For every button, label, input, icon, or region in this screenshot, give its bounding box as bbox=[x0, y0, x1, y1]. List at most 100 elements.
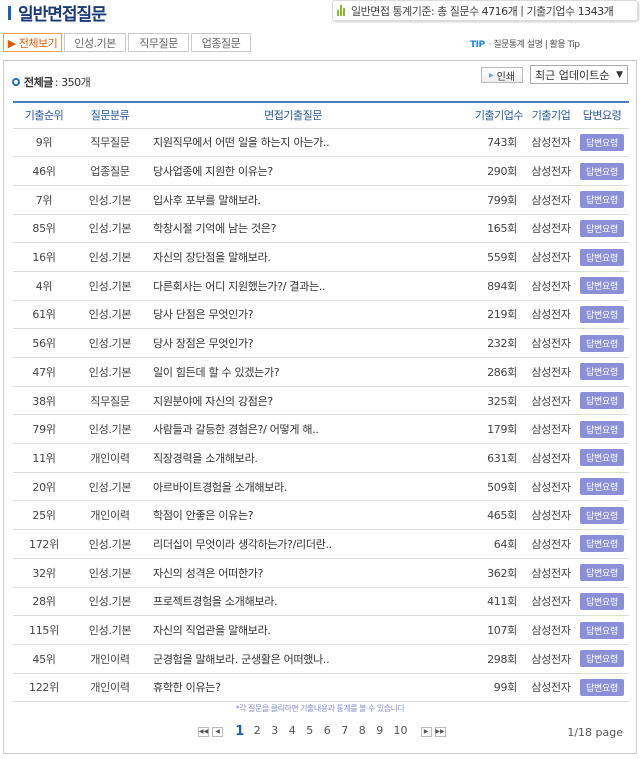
cell-company: 삼성전자 bbox=[527, 673, 575, 703]
cell-question[interactable]: 아르바이트경험을 소개해보라. bbox=[145, 472, 441, 502]
cell-category: 인성.기본 bbox=[75, 414, 145, 445]
page-link[interactable]: 1 bbox=[231, 724, 249, 739]
table-row[interactable]: 56위 인성.기본 당사 장점은 무엇인가? 232회 삼성전자 답변요령 bbox=[13, 328, 629, 358]
tab-job[interactable]: 직무질문 bbox=[128, 33, 189, 52]
answer-tips-button[interactable]: 답변요령 bbox=[580, 162, 624, 180]
cell-category: 인성.기본 bbox=[75, 529, 145, 559]
total-count: 전체글: 350개 bbox=[12, 74, 91, 90]
tab-all[interactable]: ▶ 전체보기 bbox=[3, 33, 62, 52]
cell-question[interactable]: 당사 단점은 무엇인가? bbox=[145, 300, 441, 330]
print-button[interactable]: ▶ 인쇄 bbox=[481, 67, 523, 83]
next-page-icon[interactable]: ▶ bbox=[420, 726, 432, 737]
table-row[interactable]: 122위 개인이력 휴학한 이유는? 99회 삼성전자 답변요령 bbox=[13, 673, 629, 703]
cell-question[interactable]: 프로젝트경험을 소개해보라. bbox=[145, 587, 441, 617]
cell-question[interactable]: 당사 장점은 무엇인가? bbox=[145, 328, 441, 358]
table-row[interactable]: 4위 인성.기본 다른회사는 어디 지원했는가?/ 결과는.. 894회 삼성전자 답변요… bbox=[13, 271, 629, 301]
cell-question[interactable]: 당사업종에 지원한 이유는? bbox=[145, 156, 441, 186]
page-link[interactable]: 3 bbox=[266, 724, 284, 739]
table-row[interactable]: 61위 인성.기본 당사 단점은 무엇인가? 219회 삼성전자 답변요령 bbox=[13, 300, 629, 330]
answer-tips-button[interactable]: 답변요령 bbox=[580, 478, 624, 496]
cell-category: 인성.기본 bbox=[75, 242, 145, 272]
table-row[interactable]: 79위 인성.기본 사람들과 갈등한 경험은?/ 어떻게 해.. 179회 삼성전자 답변… bbox=[13, 414, 629, 445]
cell-question[interactable]: 다른회사는 어디 지원했는가?/ 결과는.. bbox=[145, 271, 441, 301]
cell-count: 743회 bbox=[441, 128, 527, 158]
cell-count: 232회 bbox=[441, 328, 527, 358]
cell-count: 631회 bbox=[441, 443, 527, 473]
page-link[interactable]: 2 bbox=[249, 724, 267, 739]
answer-tips-button[interactable]: 답변요령 bbox=[580, 133, 624, 151]
answer-tips-button[interactable]: 답변요령 bbox=[580, 678, 624, 696]
cell-question[interactable]: 지원직무에서 어떤 일을 하는지 아는가.. bbox=[145, 128, 441, 158]
cell-question[interactable]: 리더십이 무엇이라 생각하는가?/리더란.. bbox=[145, 529, 441, 559]
page-link[interactable]: 7 bbox=[336, 724, 354, 739]
last-page-icon[interactable]: ▶▶ bbox=[434, 726, 446, 737]
table-row[interactable]: 47위 인성.기본 일이 힘든데 할 수 있겠는가? 286회 삼성전자 답변요령 bbox=[13, 357, 629, 387]
cell-count: 290회 bbox=[441, 156, 527, 186]
cell-rank: 122위 bbox=[13, 673, 75, 703]
answer-tips-button[interactable]: 답변요령 bbox=[580, 420, 624, 438]
tab-industry[interactable]: 업종질문 bbox=[191, 33, 251, 52]
page-link[interactable]: 6 bbox=[319, 724, 337, 739]
bar-chart-icon bbox=[337, 5, 345, 16]
cell-question[interactable]: 자신의 성격은 어떠한가? bbox=[145, 558, 441, 588]
cell-question[interactable]: 사람들과 갈등한 경험은?/ 어떻게 해.. bbox=[145, 414, 441, 445]
answer-tips-button[interactable]: 답변요령 bbox=[580, 363, 624, 381]
answer-tips-button[interactable]: 답변요령 bbox=[580, 535, 624, 553]
total-value: : 350개 bbox=[54, 76, 91, 89]
answer-tips-button[interactable]: 답변요령 bbox=[580, 592, 624, 610]
table-row[interactable]: 32위 인성.기본 자신의 성격은 어떠한가? 362회 삼성전자 답변요령 bbox=[13, 558, 629, 588]
cell-question[interactable]: 지원분야에 자신의 강점은? bbox=[145, 386, 441, 416]
answer-tips-button[interactable]: 답변요령 bbox=[580, 219, 624, 237]
answer-tips-button[interactable]: 답변요령 bbox=[580, 191, 624, 209]
cell-question[interactable]: 학점이 안좋은 이유는? bbox=[145, 500, 441, 531]
cell-question[interactable]: 군경험을 말해보라. 군생활은 어떠했나.. bbox=[145, 644, 441, 674]
cell-category: 인성.기본 bbox=[75, 472, 145, 502]
page-link[interactable]: 8 bbox=[354, 724, 372, 739]
cell-count: 179회 bbox=[441, 414, 527, 445]
answer-tips-button[interactable]: 답변요령 bbox=[580, 277, 624, 295]
tab-personality[interactable]: 인성.기본 bbox=[64, 33, 126, 52]
table-row[interactable]: 16위 인성.기본 자신의 장단점을 말해보라. 559회 삼성전자 답변요령 bbox=[13, 242, 629, 272]
sort-select[interactable]: 최근 업데이트순 ▼ bbox=[530, 65, 628, 84]
cell-question[interactable]: 휴학한 이유는? bbox=[145, 673, 441, 703]
answer-tips-button[interactable]: 답변요령 bbox=[580, 392, 624, 410]
table-row[interactable]: 20위 인성.기본 아르바이트경험을 소개해보라. 509회 삼성전자 답변요령 bbox=[13, 472, 629, 502]
table-row[interactable]: 45위 개인이력 군경험을 말해보라. 군생활은 어떠했나.. 298회 삼성전자 답변요… bbox=[13, 644, 629, 674]
table-row[interactable]: 11위 개인이력 직장경력을 소개해보라. 631회 삼성전자 답변요령 bbox=[13, 443, 629, 473]
tip-link[interactable]: TIP · 질문통계 설명 | 활용 Tip bbox=[470, 37, 580, 50]
answer-tips-button[interactable]: 답변요령 bbox=[580, 621, 624, 639]
table-row[interactable]: 7위 인성.기본 입사후 포부를 말해보라. 799회 삼성전자 답변요령 bbox=[13, 185, 629, 215]
page-link[interactable]: 10 bbox=[389, 724, 413, 739]
table-row[interactable]: 28위 인성.기본 프로젝트경험을 소개해보라. 411회 삼성전자 답변요령 bbox=[13, 587, 629, 617]
prev-page-icon[interactable]: ◀ bbox=[212, 726, 223, 737]
answer-tips-button[interactable]: 답변요령 bbox=[580, 564, 624, 582]
page-link[interactable]: 5 bbox=[301, 724, 319, 739]
table-row[interactable]: 85위 인성.기본 학창시절 기억에 남는 것은? 165회 삼성전자 답변요령 bbox=[13, 214, 629, 244]
answer-tips-button[interactable]: 답변요령 bbox=[580, 248, 624, 266]
table-row[interactable]: 38위 직무질문 지원분야에 자신의 강점은? 325회 삼성전자 답변요령 bbox=[13, 386, 629, 416]
cell-category: 인성.기본 bbox=[75, 587, 145, 617]
answer-tips-button[interactable]: 답변요령 bbox=[580, 506, 624, 524]
page-link[interactable]: 4 bbox=[284, 724, 302, 739]
table-row[interactable]: 115위 인성.기본 자신의 직업관을 말해보라. 107회 삼성전자 답변요령 bbox=[13, 615, 629, 645]
answer-tips-button[interactable]: 답변요령 bbox=[580, 334, 624, 352]
cell-question[interactable]: 입사후 포부를 말해보라. bbox=[145, 185, 441, 215]
answer-tips-button[interactable]: 답변요령 bbox=[580, 449, 624, 467]
cell-question[interactable]: 일이 힘든데 할 수 있겠는가? bbox=[145, 357, 441, 387]
table-row[interactable]: 9위 직무질문 지원직무에서 어떤 일을 하는지 아는가.. 743회 삼성전자 답변요령 bbox=[13, 128, 629, 158]
cell-question[interactable]: 자신의 장단점을 말해보라. bbox=[145, 242, 441, 272]
cell-question[interactable]: 학창시절 기억에 남는 것은? bbox=[145, 214, 441, 244]
table-row[interactable]: 25위 개인이력 학점이 안좋은 이유는? 465회 삼성전자 답변요령 bbox=[13, 500, 629, 531]
answer-tips-button[interactable]: 답변요령 bbox=[580, 305, 624, 323]
cell-question[interactable]: 직장경력을 소개해보라. bbox=[145, 443, 441, 473]
first-page-icon[interactable]: ◀◀ bbox=[198, 726, 209, 737]
table-row[interactable]: 172위 인성.기본 리더십이 무엇이라 생각하는가?/리더란.. 64회 삼성전자 답변… bbox=[13, 529, 629, 559]
answer-tips-button[interactable]: 답변요령 bbox=[580, 650, 624, 668]
cell-answer-tips: 답변요령 bbox=[575, 615, 629, 645]
cell-question[interactable]: 자신의 직업관을 말해보라. bbox=[145, 615, 441, 645]
table-row[interactable]: 46위 업종질문 당사업종에 지원한 이유는? 290회 삼성전자 답변요령 bbox=[13, 156, 629, 186]
cell-answer-tips: 답변요령 bbox=[575, 529, 629, 559]
page-link[interactable]: 9 bbox=[371, 724, 389, 739]
table-note: *각 질문을 클릭하면 기출내용과 통계를 볼 수 있습니다 bbox=[235, 704, 405, 713]
page-title: 일반면접질문 bbox=[8, 0, 107, 25]
